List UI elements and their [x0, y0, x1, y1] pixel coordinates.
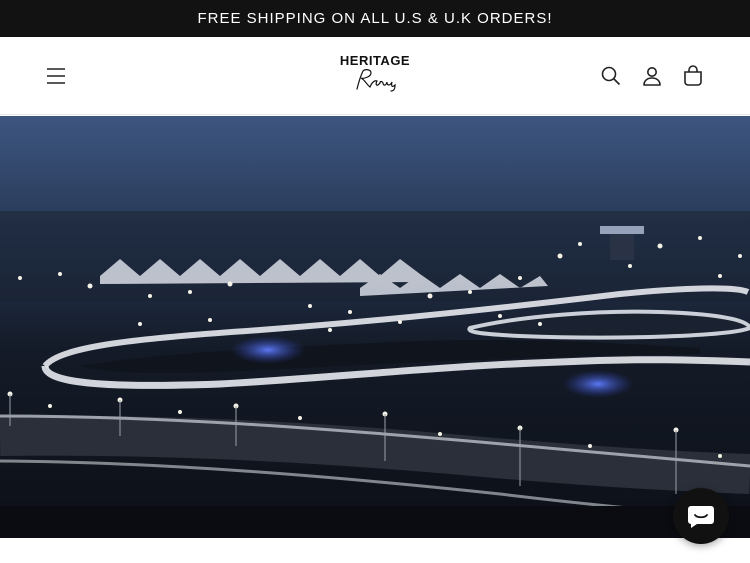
search-icon [601, 66, 621, 86]
logo-script-mark [356, 69, 396, 92]
account-button[interactable] [640, 64, 664, 88]
logo-wordmark: HERITAGE [339, 53, 411, 68]
hero-image [0, 116, 750, 538]
hero-banner [0, 116, 750, 538]
menu-icon [47, 68, 65, 84]
announcement-bar: FREE SHIPPING ON ALL U.S & U.K ORDERS! [0, 0, 750, 37]
chat-icon [688, 506, 714, 528]
menu-button[interactable] [44, 64, 68, 88]
cart-button[interactable] [681, 64, 705, 88]
site-header: HERITAGE [0, 37, 750, 115]
account-icon [643, 67, 661, 86]
announcement-text: FREE SHIPPING ON ALL U.S & U.K ORDERS! [197, 10, 553, 27]
logo[interactable]: HERITAGE [330, 53, 420, 99]
search-button[interactable] [599, 64, 623, 88]
chat-button[interactable] [673, 488, 729, 544]
cart-icon [684, 65, 702, 86]
